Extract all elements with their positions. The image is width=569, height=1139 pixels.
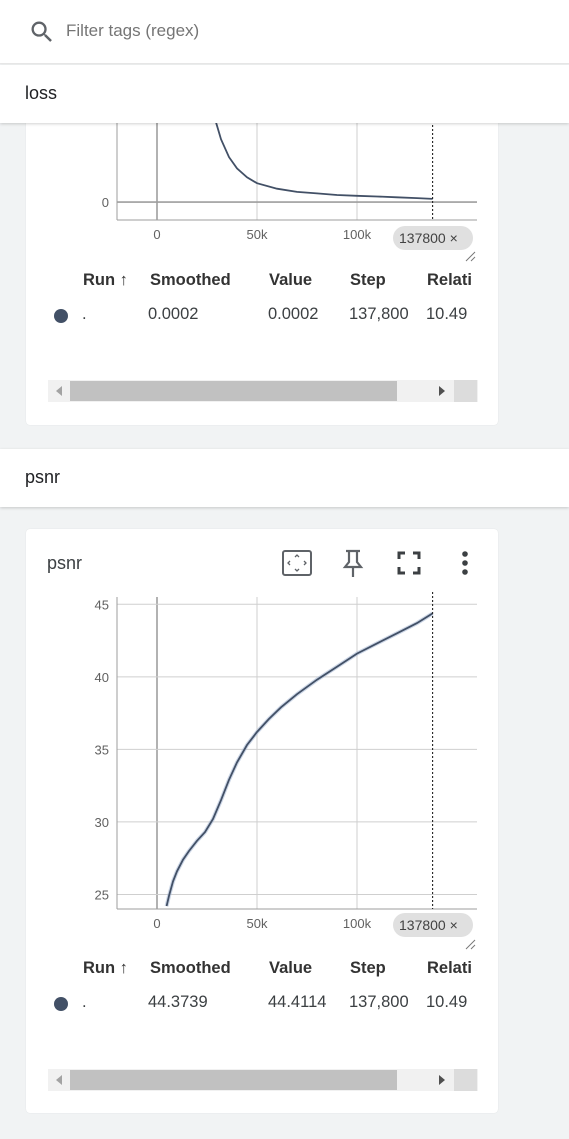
y-tick-label: 25 [95, 887, 109, 902]
step-chip[interactable]: 137800 × [393, 913, 473, 937]
scroll-left-icon[interactable] [56, 1075, 62, 1085]
psnr-runs-table: Run ↑ Smoothed Value Step Relativ . 44.3… [48, 951, 472, 1021]
header-smoothed[interactable]: Smoothed [150, 959, 231, 978]
filter-bar [0, 0, 569, 64]
group-title: psnr [25, 467, 61, 487]
scroll-right-icon[interactable] [439, 1075, 445, 1085]
x-tick-label: 50k [247, 916, 268, 931]
y-tick-label: 45 [95, 597, 109, 612]
cell-run: . [82, 305, 87, 323]
run-color-dot [54, 997, 68, 1011]
y-tick-label: 30 [95, 815, 109, 830]
group-title: loss [25, 83, 58, 103]
table-resize-corner[interactable] [454, 1069, 477, 1091]
step-chip[interactable]: 137800 × [393, 226, 473, 250]
y-tick-label: 40 [95, 670, 109, 685]
scroll-thumb[interactable] [70, 1070, 397, 1090]
header-relative[interactable]: Relativ [427, 959, 472, 978]
cell-value: 44.4114 [268, 993, 327, 1011]
fit-domain-icon[interactable] [281, 547, 313, 579]
cell-smoothed: 0.0002 [148, 305, 199, 323]
loss-group-header[interactable]: loss [0, 65, 569, 123]
x-tick-label: 50k [247, 227, 268, 240]
x-tick-label: 0 [153, 227, 160, 240]
header-step[interactable]: Step [350, 271, 386, 290]
cell-value: 0.0002 [268, 305, 319, 323]
header-value[interactable]: Value [269, 959, 312, 978]
x-tick-label: 0 [153, 916, 160, 931]
scroll-thumb[interactable] [70, 381, 397, 401]
resize-handle-icon[interactable] [464, 250, 476, 262]
header-step[interactable]: Step [350, 959, 386, 978]
psnr-chart-card: psnr 0 50k 100k 25 30 35 40 45 137800 × Run ↑ S… [26, 529, 498, 1113]
scroll-right-icon[interactable] [439, 386, 445, 396]
resize-handle-icon[interactable] [464, 938, 476, 950]
y-tick-label: 0 [102, 195, 109, 210]
header-run[interactable]: Run ↑ [83, 959, 128, 978]
header-smoothed[interactable]: Smoothed [150, 271, 231, 290]
series-raw-line [164, 611, 434, 907]
cell-smoothed: 44.3739 [148, 993, 208, 1011]
step-chip-label: 137800 × [399, 230, 458, 246]
more-vert-icon[interactable] [449, 547, 481, 579]
header-relative[interactable]: Relativ [427, 271, 472, 290]
x-tick-label: 100k [343, 227, 372, 240]
fullscreen-icon[interactable] [393, 547, 425, 579]
loss-chart: 0 50k 100k 0 [102, 110, 477, 240]
psnr-chart: 0 50k 100k 25 30 35 40 45 [95, 592, 477, 931]
y-tick-label: 35 [95, 742, 109, 757]
step-chip-label: 137800 × [399, 917, 458, 933]
table-resize-corner[interactable] [454, 380, 477, 402]
filter-tags-input[interactable] [66, 18, 466, 44]
card-title: psnr [47, 553, 83, 573]
run-color-dot [54, 309, 68, 323]
cell-step: 137,800 [349, 993, 409, 1011]
x-tick-label: 100k [343, 916, 372, 931]
horizontal-scrollbar[interactable] [48, 1069, 478, 1091]
cell-step: 137,800 [349, 305, 409, 323]
header-value[interactable]: Value [269, 271, 312, 290]
pin-icon[interactable] [337, 547, 369, 579]
search-icon [31, 21, 52, 42]
loss-chart-card: 0 50k 100k 0 137800 × Run ↑ Smoothed Value … [26, 110, 498, 425]
horizontal-scrollbar[interactable] [48, 380, 478, 402]
cell-relative: 10.49 [426, 305, 468, 323]
psnr-group-header[interactable]: psnr [0, 449, 569, 507]
cell-run: . [82, 993, 87, 1011]
series-line [165, 612, 434, 907]
cell-relative: 10.49 [426, 993, 468, 1011]
series-line [212, 111, 433, 200]
loss-runs-table: Run ↑ Smoothed Value Step Relativ . 0.00… [48, 263, 472, 333]
header-run[interactable]: Run ↑ [83, 271, 128, 290]
scroll-left-icon[interactable] [56, 386, 62, 396]
